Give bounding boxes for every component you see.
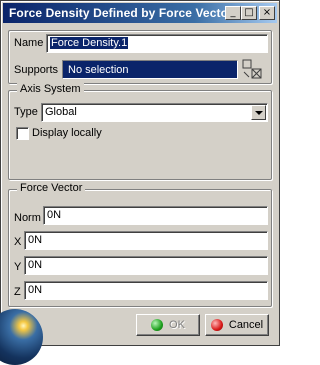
display-locally-label: Display locally [32, 127, 102, 139]
cancel-button[interactable]: Cancel [205, 314, 269, 336]
name-field[interactable]: Force Density.1 [46, 34, 268, 53]
force-vector-group: Force Vector Norm 0N X 0N Y 0N Z 0N [8, 182, 272, 307]
cancel-icon [210, 319, 223, 331]
norm-field[interactable]: 0N [43, 206, 268, 225]
type-select[interactable]: Global [41, 103, 268, 122]
close-button[interactable]: × [259, 6, 275, 20]
cancel-label: Cancel [228, 319, 264, 331]
name-field-value: Force Density.1 [50, 37, 129, 49]
name-supports-group: Name Force Density.1 Supports No selecti… [8, 30, 272, 84]
axis-system-group: Axis System Type Global Display locally [8, 83, 272, 180]
axis-system-title: Axis System [17, 83, 84, 95]
name-label: Name [14, 37, 44, 49]
minimize-button[interactable]: _ [225, 6, 241, 20]
z-label: Z [14, 286, 21, 298]
dialog-window: Force Density Defined by Force Vector _ … [0, 0, 280, 365]
window-title: Force Density Defined by Force Vector [9, 6, 233, 20]
chevron-down-icon[interactable] [251, 105, 266, 120]
maximize-button[interactable]: □ [241, 6, 257, 20]
ok-label: OK [169, 319, 185, 331]
norm-label: Norm [14, 212, 41, 224]
display-locally-checkbox[interactable] [16, 127, 29, 140]
y-field[interactable]: 0N [24, 256, 268, 275]
supports-label: Supports [14, 64, 59, 76]
y-label: Y [14, 261, 22, 273]
title-bar[interactable]: Force Density Defined by Force Vector _ … [3, 3, 277, 23]
supports-selection-icon[interactable] [242, 59, 262, 79]
ok-button[interactable]: OK [136, 314, 200, 336]
type-select-value: Global [45, 106, 77, 118]
supports-field[interactable]: No selection [62, 60, 238, 79]
z-field[interactable]: 0N [24, 281, 268, 300]
force-vector-title: Force Vector [17, 182, 86, 194]
x-label: X [14, 236, 22, 248]
x-field[interactable]: 0N [24, 231, 268, 250]
catia-logo-icon [0, 309, 43, 365]
type-label: Type [14, 106, 38, 118]
ok-icon [151, 319, 164, 331]
